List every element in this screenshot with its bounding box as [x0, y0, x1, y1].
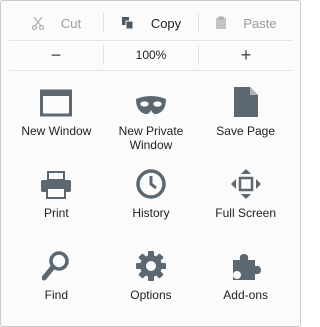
zoom-level: 100%: [135, 48, 167, 62]
zoom-in-button[interactable]: +: [199, 41, 293, 69]
add-ons-button[interactable]: Add-ons: [198, 245, 293, 327]
cut-button[interactable]: Cut: [9, 8, 103, 38]
full-screen-button[interactable]: Full Screen: [198, 163, 293, 245]
new-window-label: New Window: [21, 124, 92, 138]
plus-icon: +: [240, 45, 252, 65]
window-icon: [40, 81, 73, 117]
find-button[interactable]: Find: [9, 245, 104, 327]
copy-icon: [121, 16, 135, 30]
minus-icon: −: [50, 45, 62, 65]
divider: [9, 70, 293, 71]
document-icon: [233, 81, 258, 117]
paste-label: Paste: [243, 15, 277, 31]
options-label: Options: [130, 288, 172, 302]
printer-icon: [40, 163, 72, 199]
gear-icon: [135, 245, 166, 281]
mask-icon: [135, 81, 167, 117]
new-private-window-button[interactable]: New Private Window: [104, 81, 199, 163]
print-button[interactable]: Print: [9, 163, 104, 245]
print-label: Print: [43, 206, 69, 220]
save-page-button[interactable]: Save Page: [198, 81, 293, 163]
scissors-icon: [31, 16, 45, 30]
add-ons-label: Add-ons: [223, 288, 268, 302]
full-screen-label: Full Screen: [215, 206, 276, 220]
new-private-window-label: New Private Window: [118, 124, 184, 152]
history-button[interactable]: History: [104, 163, 199, 245]
edit-controls: Cut Copy Paste: [9, 8, 293, 38]
zoom-reset-button[interactable]: 100%: [104, 41, 198, 69]
find-label: Find: [44, 288, 68, 302]
menu-grid: New Window New Private Window Save Page: [9, 81, 293, 327]
fullscreen-icon: [230, 163, 261, 199]
puzzle-icon: [230, 245, 262, 281]
history-label: History: [132, 206, 170, 220]
clock-icon: [136, 163, 166, 199]
zoom-controls: − 100% +: [9, 41, 293, 69]
copy-button[interactable]: Copy: [104, 8, 198, 38]
magnifier-icon: [42, 245, 70, 281]
copy-label: Copy: [150, 15, 182, 31]
cut-label: Cut: [60, 15, 82, 31]
zoom-out-button[interactable]: −: [9, 41, 103, 69]
clipboard-icon: [215, 16, 227, 30]
options-button[interactable]: Options: [104, 245, 199, 327]
paste-button[interactable]: Paste: [199, 8, 293, 38]
menu-panel: Cut Copy Paste − 100% + New Window New P…: [0, 0, 301, 327]
save-page-label: Save Page: [216, 124, 276, 138]
new-window-button[interactable]: New Window: [9, 81, 104, 163]
